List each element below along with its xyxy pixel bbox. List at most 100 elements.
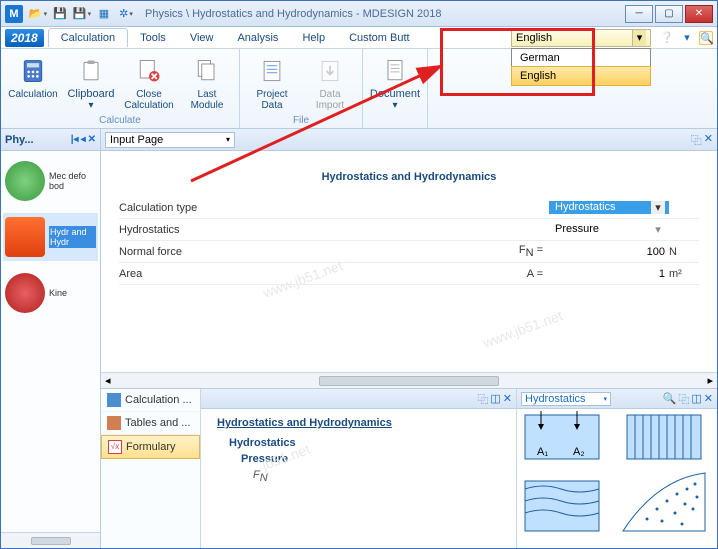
menubar: 2018 Calculation Tools View Analysis Hel… [1,27,717,49]
tab-analysis[interactable]: Analysis [225,29,290,47]
param-value[interactable]: 1 [549,268,669,280]
copy2-icon[interactable]: ◫ [691,392,701,405]
svg-text:A₁: A₁ [537,446,548,458]
formulary-h1: Hydrostatics and Hydrodynamics [217,417,500,429]
diagram-view: A₁ A₂ [517,409,717,548]
bottom-tab-calculation[interactable]: Calculation ... [101,389,200,412]
diagram-panel: Hydrostatics▾ 🔍 ⿻ ◫ ✕ A₁ A₂ [517,389,717,548]
copy2-icon[interactable]: ◫ [490,392,500,405]
open-icon[interactable]: 📂▾ [29,5,47,23]
param-name: Hydrostatics [119,224,509,236]
close-calculation-button[interactable]: Close Calculation [121,51,177,115]
bottom-tab-formulary[interactable]: √xFormulary [101,435,200,459]
saveas-icon[interactable]: 💾▾ [73,5,91,23]
main-panel: Input Page ▾ ⿻ ✕ Hydrostatics and Hydrody… [101,129,717,548]
project-data-button[interactable]: Project Data [244,51,300,115]
param-row: Area A = 1 m² [119,263,699,285]
close-icon[interactable]: ✕ [704,132,713,148]
language-dropdown: German English [511,48,651,86]
search-input[interactable]: 🔍 [699,31,713,45]
chevron-down-icon: ▾ [603,395,607,403]
param-name: Normal force [119,246,509,258]
param-row: Hydrostatics Pressure▾ [119,219,699,241]
tab-calculation[interactable]: Calculation [48,28,128,47]
info-icon[interactable]: ▾ [679,30,695,46]
param-row: Normal force FN = 100 N [119,241,699,263]
category-label: Mec defo bod [49,171,96,191]
copy-icon[interactable]: ⿻ [691,132,702,148]
help-icon[interactable]: ❔ [659,30,675,46]
chevron-down-icon: ▾ [632,30,646,46]
content-title: Hydrostatics and Hydrodynamics [101,151,717,197]
minimize-button[interactable]: ─ [625,5,653,23]
category-kinematics[interactable]: Kine [3,269,98,317]
param-name: Calculation type [119,202,509,214]
left-panel-header: Phy... |◂ ◂ ✕ [1,129,100,151]
param-row: Calculation type Hydrostatics▾ [119,197,699,219]
lang-option-german[interactable]: German [512,49,650,67]
hscroll-main[interactable]: ◂▸ [101,372,717,388]
hscroll-left[interactable] [1,532,100,548]
close-icon[interactable]: ✕ [503,392,512,405]
group-calculate: Calculate [5,115,235,126]
bottom-tab-tables[interactable]: Tables and ... [101,412,200,435]
calc-icon [107,393,121,407]
mechanics-icon [5,161,45,201]
param-unit: m² [669,268,699,280]
formulary-h3: Pressure [241,453,500,465]
window-title: Physics \ Hydrostatics and Hydrodynamics… [145,8,623,20]
bottom-tabs: Calculation ... Tables and ... √xFormula… [101,389,201,548]
svg-text:A₂: A₂ [573,446,585,458]
left-panel-title: Phy... [5,134,34,146]
tab-custom[interactable]: Custom Butt [337,29,422,47]
page-selector[interactable]: Input Page ▾ [105,132,235,148]
formula-icon: √x [108,440,122,454]
param-value[interactable]: 100 [549,246,669,258]
language-selector[interactable]: English▾ German English [511,29,651,47]
calculation-button[interactable]: Calculation [5,51,61,115]
calculator-qa-icon[interactable]: ▦ [95,5,113,23]
params-table: Calculation type Hydrostatics▾ Hydrostat… [101,197,717,285]
param-sym: A = [509,268,549,280]
clipboard-button[interactable]: Clipboard ▾ [63,51,119,115]
left-panel: Phy... |◂ ◂ ✕ Mec defo bod Hydr and Hydr… [1,129,101,548]
category-label: Kine [49,288,67,298]
nav-prev-icon[interactable]: ◂ [81,134,86,145]
chevron-down-icon: ▾ [651,201,665,214]
param-unit: N [669,246,699,258]
tab-tools[interactable]: Tools [128,29,178,47]
maximize-button[interactable]: ▢ [655,5,683,23]
lang-option-english[interactable]: English [511,66,651,86]
formulary-h2: Hydrostatics [229,437,500,449]
settings-qa-icon[interactable]: ✲▾ [117,5,135,23]
close-icon[interactable]: ✕ [704,392,713,405]
close-button[interactable]: ✕ [685,5,713,23]
panel-close-icon[interactable]: ✕ [88,134,96,145]
formulary-panel: ⿻ ◫ ✕ Hydrostatics and Hydrodynamics Hyd… [201,389,517,548]
kinematics-icon [5,273,45,313]
chevron-down-icon: ▾ [226,135,230,144]
param-value-dropdown[interactable]: Hydrostatics▾ [549,201,669,214]
category-hydro[interactable]: Hydr and Hydr [3,213,98,261]
page-selector-value: Input Page [110,134,163,146]
formula-fn: FN [253,469,500,484]
last-module-button[interactable]: Last Module [179,51,235,115]
tab-help[interactable]: Help [290,29,337,47]
chevron-down-icon: ▾ [651,223,665,236]
tab-view[interactable]: View [178,29,226,47]
param-value-dropdown[interactable]: Pressure▾ [549,223,669,236]
category-mechanics[interactable]: Mec defo bod [3,157,98,205]
table-icon [107,416,121,430]
nav-first-icon[interactable]: |◂ [71,134,79,145]
param-name: Area [119,268,509,280]
copy-icon[interactable]: ⿻ [477,391,488,407]
app-logo: M [5,5,23,23]
data-import-button: Data Import [302,51,358,115]
document-button[interactable]: Document ▾ [367,51,423,115]
zoom-icon[interactable]: 🔍 [663,392,677,405]
diagram-selector[interactable]: Hydrostatics▾ [521,392,611,406]
save-icon[interactable]: 💾 [51,5,69,23]
copy-icon[interactable]: ⿻ [678,391,689,407]
hydro-icon [5,217,45,257]
titlebar: M 📂▾ 💾 💾▾ ▦ ✲▾ Physics \ Hydrostatics an… [1,1,717,27]
